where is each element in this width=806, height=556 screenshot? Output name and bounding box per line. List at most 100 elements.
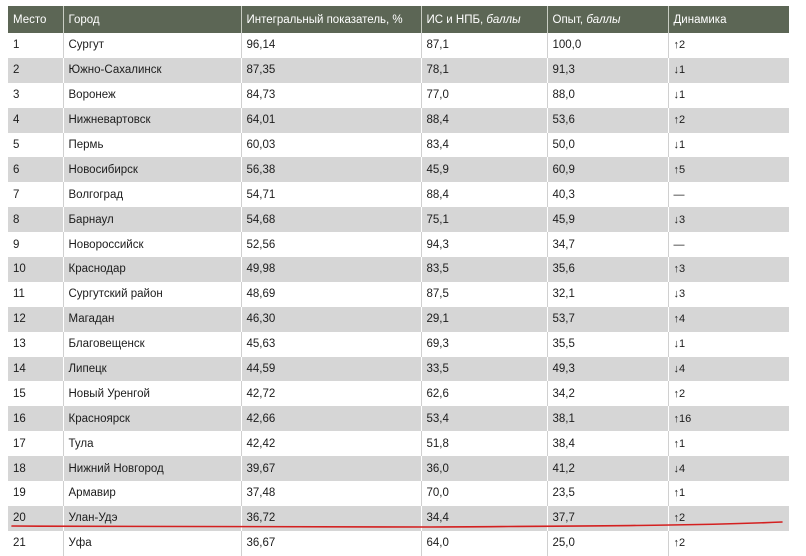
cell-rank: 2 — [8, 57, 63, 83]
cell-isnpb: 75,1 — [420, 207, 547, 233]
cell-experience: 91,3 — [546, 57, 668, 83]
cell-isnpb: 53,4 — [420, 406, 547, 432]
header-rank: Место — [8, 6, 63, 33]
cell-integral: 49,98 — [240, 257, 421, 282]
cell-city: Воронеж — [62, 82, 241, 108]
header-integral: Интегральный показатель, % — [240, 6, 421, 33]
cell-rank: 20 — [8, 505, 63, 531]
cell-city: Пермь — [62, 132, 241, 158]
cell-integral: 84,73 — [240, 82, 421, 108]
table-row: 6 Новосибирск 56,38 45,9 60,9 ↑5 — [8, 157, 789, 183]
cell-experience: 37,7 — [546, 505, 668, 531]
cell-city: Благовещенск — [62, 331, 241, 357]
cell-dynamics: ↑2 — [667, 107, 789, 133]
cell-isnpb: 88,4 — [420, 107, 547, 133]
cell-experience: 100,0 — [546, 33, 668, 58]
cell-rank: 12 — [8, 306, 63, 332]
table-row: 10 Краснодар 49,98 83,5 35,6 ↑3 — [8, 257, 789, 282]
ranking-table-container: Место Город Интегральный показатель, % И… — [8, 6, 789, 556]
cell-experience: 50,0 — [546, 132, 668, 158]
cell-isnpb: 83,5 — [420, 257, 547, 282]
cell-dynamics: ↑2 — [667, 33, 789, 58]
cell-rank: 4 — [8, 107, 63, 133]
header-isnpb: ИС и НПБ, баллы — [420, 6, 547, 33]
table-header-row: Место Город Интегральный показатель, % И… — [8, 6, 789, 33]
cell-dynamics: ↑1 — [667, 431, 789, 457]
header-city: Город — [62, 6, 241, 33]
cell-dynamics: ↑2 — [667, 505, 789, 531]
cell-rank: 13 — [8, 331, 63, 357]
cell-rank: 14 — [8, 356, 63, 382]
cell-isnpb: 70,0 — [420, 481, 547, 506]
cell-city: Сургутский район — [62, 281, 241, 307]
cell-dynamics: ↓1 — [667, 331, 789, 357]
cell-experience: 45,9 — [546, 207, 668, 233]
table-row: 14 Липецк 44,59 33,5 49,3 ↓4 — [8, 356, 789, 382]
table-row: 12 Магадан 46,30 29,1 53,7 ↑4 — [8, 306, 789, 332]
header-isnpb-unit: баллы — [486, 13, 521, 26]
cell-city: Уфа — [62, 530, 241, 556]
table-row: 20 Улан-Удэ 36,72 34,4 37,7 ↑2 — [8, 505, 789, 531]
table-row: 16 Красноярск 42,66 53,4 38,1 ↑16 — [8, 406, 789, 432]
cell-experience: 40,3 — [546, 182, 668, 208]
cell-dynamics: ↑5 — [667, 157, 789, 183]
cell-rank: 15 — [8, 381, 63, 407]
cell-isnpb: 34,4 — [420, 505, 547, 531]
cell-city: Красноярск — [62, 406, 241, 432]
table-row: 2 Южно-Сахалинск 87,35 78,1 91,3 ↓1 — [8, 57, 789, 83]
cell-dynamics: ↑16 — [667, 406, 789, 432]
table-row: 4 Нижневартовск 64,01 88,4 53,6 ↑2 — [8, 107, 789, 133]
header-experience-label: Опыт, — [552, 13, 587, 26]
cell-city: Нижний Новгород — [62, 456, 241, 482]
table-row: 13 Благовещенск 45,63 69,3 35,5 ↓1 — [8, 331, 789, 357]
header-experience: Опыт, баллы — [546, 6, 668, 33]
cell-integral: 54,71 — [240, 182, 421, 208]
cell-rank: 8 — [8, 207, 63, 233]
cell-isnpb: 29,1 — [420, 306, 547, 332]
header-experience-unit: баллы — [586, 13, 621, 26]
cell-integral: 46,30 — [240, 306, 421, 332]
table-row: 11 Сургутский район 48,69 87,5 32,1 ↓3 — [8, 281, 789, 307]
cell-experience: 32,1 — [546, 281, 668, 307]
cell-experience: 49,3 — [546, 356, 668, 382]
cell-dynamics: — — [667, 232, 789, 258]
cell-integral: 42,66 — [240, 406, 421, 432]
table-row: 9 Новороссийск 52,56 94,3 34,7— — [8, 232, 789, 258]
cell-dynamics: ↓3 — [667, 281, 789, 307]
cell-integral: 45,63 — [240, 331, 421, 357]
city-ranking-table: Место Город Интегральный показатель, % И… — [8, 6, 789, 556]
cell-dynamics: ↓3 — [667, 207, 789, 233]
cell-rank: 7 — [8, 182, 63, 208]
cell-rank: 21 — [8, 530, 63, 556]
cell-isnpb: 69,3 — [420, 331, 547, 357]
table-row: 17 Тула 42,42 51,8 38,4 ↑1 — [8, 431, 789, 457]
cell-integral: 60,03 — [240, 132, 421, 158]
cell-dynamics: ↓1 — [667, 57, 789, 83]
cell-experience: 35,5 — [546, 331, 668, 357]
cell-city: Волгоград — [62, 182, 241, 208]
table-row: 5 Пермь 60,03 83,4 50,0 ↓1 — [8, 132, 789, 158]
cell-dynamics: ↓1 — [667, 132, 789, 158]
cell-dynamics: ↑1 — [667, 481, 789, 506]
cell-city: Южно-Сахалинск — [62, 57, 241, 83]
cell-rank: 10 — [8, 257, 63, 282]
cell-rank: 9 — [8, 232, 63, 258]
cell-dynamics: ↑2 — [667, 381, 789, 407]
cell-dynamics: ↑3 — [667, 257, 789, 282]
cell-rank: 19 — [8, 481, 63, 506]
table-row: 15 Новый Уренгой 42,72 62,6 34,2 ↑2 — [8, 381, 789, 407]
cell-city: Новый Уренгой — [62, 381, 241, 407]
cell-city: Новороссийск — [62, 232, 241, 258]
table-row: 18 Нижний Новгород 39,67 36,0 41,2 ↓4 — [8, 456, 789, 482]
cell-integral: 42,72 — [240, 381, 421, 407]
cell-isnpb: 77,0 — [420, 82, 547, 108]
cell-integral: 39,67 — [240, 456, 421, 482]
cell-integral: 52,56 — [240, 232, 421, 258]
table-row: 7 Волгоград 54,71 88,4 40,3— — [8, 182, 789, 208]
cell-isnpb: 83,4 — [420, 132, 547, 158]
cell-rank: 5 — [8, 132, 63, 158]
header-isnpb-label: ИС и НПБ, — [426, 13, 487, 26]
cell-integral: 87,35 — [240, 57, 421, 83]
cell-integral: 37,48 — [240, 481, 421, 506]
cell-dynamics: ↑2 — [667, 530, 789, 556]
